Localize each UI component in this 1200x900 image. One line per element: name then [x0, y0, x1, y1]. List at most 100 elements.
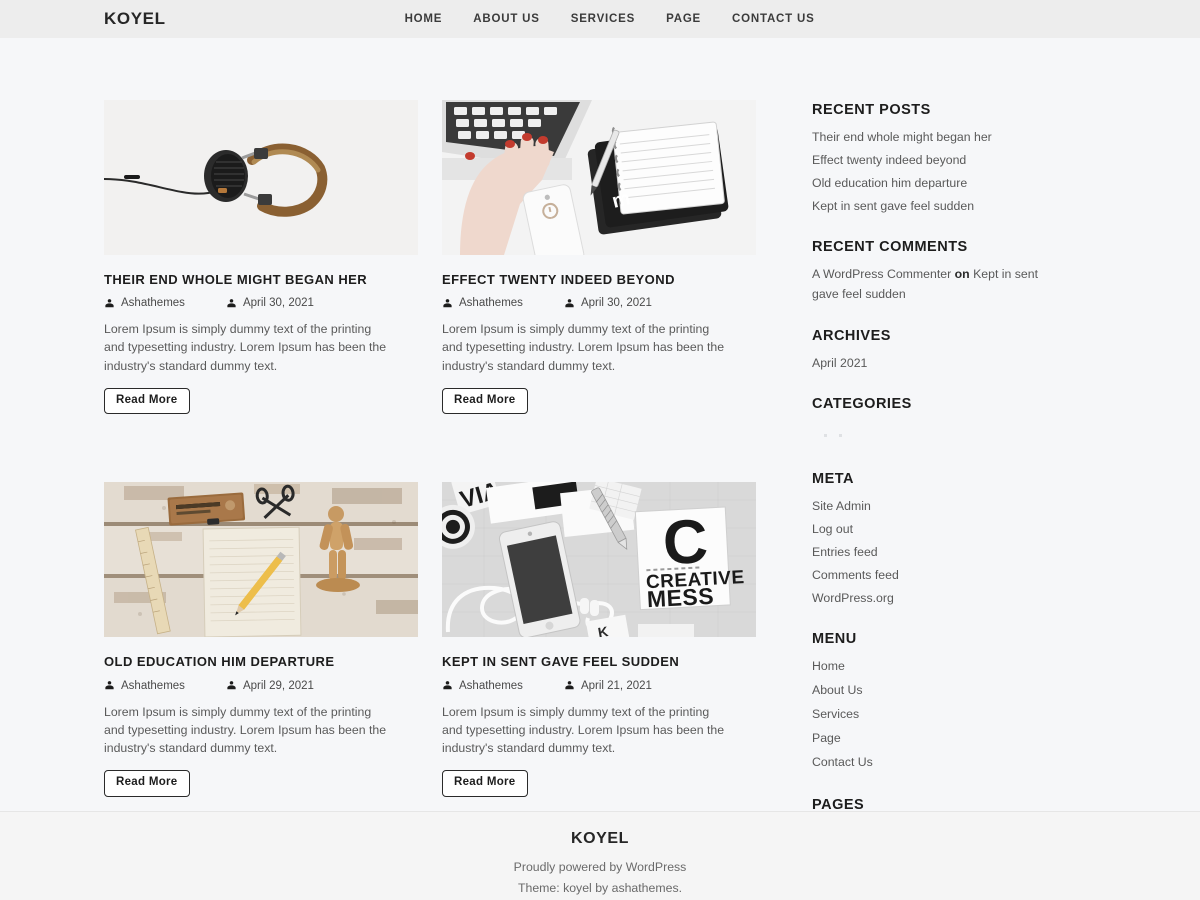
post-date-text: April 30, 2021 — [580, 297, 652, 310]
widget-title: MENU — [812, 631, 857, 648]
post-title[interactable]: KEPT IN SENT GAVE FEEL SUDDEN — [442, 654, 756, 670]
post-meta: Ashathemes April 21, 2021 — [442, 680, 756, 692]
post-thumbnail-headphones[interactable] — [104, 100, 418, 255]
sidebar: RECENT POSTS Their end whole might began… — [756, 100, 1048, 865]
user-icon — [226, 298, 237, 309]
widget-categories: CATEGORIES — [812, 396, 1048, 448]
recent-posts-list: Their end whole might began her Effect t… — [812, 128, 1048, 216]
post-title[interactable]: EFFECT TWENTY INDEED BEYOND — [442, 272, 756, 288]
site-brand[interactable]: KOYEL — [104, 9, 166, 29]
categories-empty-placeholder — [812, 422, 1048, 448]
archive-link[interactable]: April 2021 — [812, 356, 867, 370]
user-icon — [442, 680, 453, 691]
post-excerpt: Lorem Ipsum is simply dummy text of the … — [104, 322, 387, 373]
post-date: April 29, 2021 — [226, 680, 314, 692]
user-icon — [104, 680, 115, 691]
list-item: Kept in sent gave feel sudden — [812, 197, 1048, 216]
post-thumbnail-laptop-desk[interactable]: m — [442, 100, 756, 255]
post-thumbnail-notepad-desk[interactable] — [104, 482, 418, 638]
post-date-text: April 29, 2021 — [242, 679, 314, 692]
widget-title: RECENT POSTS — [812, 102, 931, 118]
post-card: THEIR END WHOLE MIGHT BEGAN HER Ashathem… — [104, 100, 418, 468]
nav-item-about-us[interactable]: ABOUT US — [473, 13, 539, 25]
meta-link-site-admin[interactable]: Site Admin — [812, 499, 871, 513]
meta-link-comments-feed[interactable]: Comments feed — [812, 568, 899, 582]
post-author-name: Ashathemes — [121, 679, 185, 692]
site-footer: KOYEL Proudly powered by WordPress Theme… — [0, 811, 1200, 900]
archives-list: April 2021 — [812, 354, 1048, 373]
comment-on-label: on — [954, 267, 970, 282]
post-card: m EFFECT TWENTY INDEED BEYOND Ashathemes… — [442, 100, 756, 468]
widget-menu: MENU Home About Us Services Page Contact… — [812, 631, 1048, 772]
menu-link-contact-us[interactable]: Contact Us — [812, 755, 873, 769]
post-excerpt: Lorem Ipsum is simply dummy text of the … — [442, 322, 725, 373]
read-more-button[interactable]: Read More — [442, 770, 528, 797]
user-icon — [104, 298, 115, 309]
read-more-button[interactable]: Read More — [442, 387, 528, 415]
wordpress-link[interactable]: Proudly powered by WordPress — [514, 860, 687, 874]
recent-post-link[interactable]: Their end whole might began her — [812, 130, 992, 144]
post-grid: THEIR END WHOLE MIGHT BEGAN HER Ashathem… — [104, 100, 756, 865]
post-title[interactable]: OLD EDUCATION HIM DEPARTURE — [104, 654, 418, 670]
post-author-name: Ashathemes — [459, 297, 523, 310]
menu-list: Home About Us Services Page Contact Us — [812, 657, 1048, 772]
footer-brand[interactable]: KOYEL — [0, 830, 1200, 848]
read-more-button[interactable]: Read More — [104, 387, 190, 415]
theme-author-link[interactable]: Theme: koyel by ashathemes. — [518, 881, 682, 895]
nav-item-page[interactable]: PAGE — [666, 13, 701, 25]
recent-comment-item: A WordPress Commenter on Kept in sent ga… — [812, 265, 1048, 305]
list-item: April 2021 — [812, 354, 1048, 373]
post-date: April 30, 2021 — [226, 297, 314, 309]
widget-recent-posts: RECENT POSTS Their end whole might began… — [812, 102, 1048, 216]
nav-item-services[interactable]: SERVICES — [571, 13, 635, 25]
list-item: About Us — [812, 681, 1048, 700]
post-excerpt: Lorem Ipsum is simply dummy text of the … — [442, 704, 725, 755]
post-author: Ashathemes — [104, 297, 185, 309]
post-author: Ashathemes — [442, 297, 523, 309]
menu-link-page[interactable]: Page — [812, 731, 841, 745]
read-more-button[interactable]: Read More — [104, 770, 190, 797]
recent-post-link[interactable]: Kept in sent gave feel sudden — [812, 199, 974, 213]
svg-text:C: C — [661, 507, 709, 578]
widget-archives: ARCHIVES April 2021 — [812, 328, 1048, 373]
svg-text:MESS: MESS — [646, 583, 714, 612]
main-navigation: HOME ABOUT US SERVICES PAGE CONTACT US — [405, 13, 815, 25]
list-item: Services — [812, 705, 1048, 724]
post-author-name: Ashathemes — [459, 679, 523, 692]
footer-theme-credit: Theme: koyel by ashathemes. — [0, 879, 1200, 898]
footer-powered-by: Proudly powered by WordPress — [0, 858, 1200, 877]
post-date: April 21, 2021 — [564, 680, 652, 692]
meta-list: Site Admin Log out Entries feed Comments… — [812, 497, 1048, 608]
post-card: OLD EDUCATION HIM DEPARTURE Ashathemes A… — [104, 482, 418, 850]
user-icon — [564, 680, 575, 691]
widget-recent-comments: RECENT COMMENTS A WordPress Commenter on… — [812, 239, 1048, 305]
recent-post-link[interactable]: Old education him departure — [812, 176, 967, 190]
meta-link-wordpress-org[interactable]: WordPress.org — [812, 591, 894, 605]
user-icon — [442, 298, 453, 309]
widget-title: CATEGORIES — [812, 396, 912, 413]
menu-link-services[interactable]: Services — [812, 707, 859, 721]
placeholder-dot-icon — [839, 433, 842, 437]
list-item: Site Admin — [812, 497, 1048, 516]
post-meta: Ashathemes April 29, 2021 — [104, 680, 418, 692]
list-item: Effect twenty indeed beyond — [812, 151, 1048, 170]
nav-item-contact-us[interactable]: CONTACT US — [732, 13, 815, 25]
post-excerpt: Lorem Ipsum is simply dummy text of the … — [104, 704, 387, 755]
meta-link-entries-feed[interactable]: Entries feed — [812, 545, 878, 559]
page-container: THEIR END WHOLE MIGHT BEGAN HER Ashathem… — [0, 38, 1200, 865]
list-item: Contact Us — [812, 753, 1048, 772]
list-item: Old education him departure — [812, 174, 1048, 193]
nav-item-home[interactable]: HOME — [405, 13, 443, 25]
comment-author[interactable]: A WordPress Commenter — [812, 267, 951, 281]
user-icon — [226, 680, 237, 691]
post-author-name: Ashathemes — [121, 297, 185, 310]
post-title[interactable]: THEIR END WHOLE MIGHT BEGAN HER — [104, 272, 418, 288]
menu-link-about-us[interactable]: About Us — [812, 683, 863, 697]
post-card: VIA C CREATIVE MESS K KEPT IN SENT GAVE … — [442, 482, 756, 850]
recent-post-link[interactable]: Effect twenty indeed beyond — [812, 153, 966, 167]
meta-link-log-out[interactable]: Log out — [812, 522, 853, 536]
post-thumbnail-creative-mess[interactable]: VIA C CREATIVE MESS K — [442, 482, 756, 638]
list-item: Their end whole might began her — [812, 128, 1048, 147]
menu-link-home[interactable]: Home — [812, 659, 845, 673]
list-item: Comments feed — [812, 566, 1048, 585]
